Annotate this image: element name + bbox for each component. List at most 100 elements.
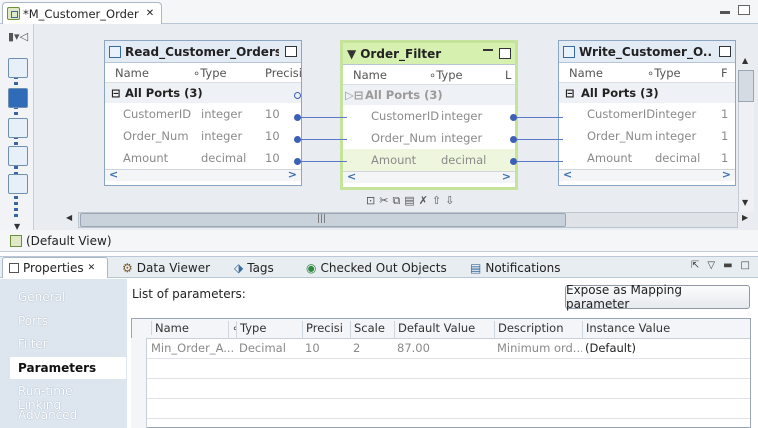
col-instance-value[interactable]: Instance Value bbox=[582, 321, 750, 339]
scroll-up-icon[interactable]: ▲ bbox=[742, 56, 748, 65]
joiner-transformation-icon[interactable] bbox=[8, 118, 28, 138]
col-description[interactable]: Description bbox=[494, 321, 582, 339]
port-row[interactable]: Order_Num integer bbox=[343, 127, 515, 149]
col-type[interactable]: Type bbox=[236, 321, 302, 339]
sidebar-item-advanced[interactable]: Advanced bbox=[10, 404, 126, 426]
cell-default-value[interactable]: 87.00 bbox=[394, 341, 494, 355]
move-up-icon[interactable]: ⇧ bbox=[432, 194, 441, 208]
cell-instance-value[interactable]: (Default) bbox=[582, 341, 750, 355]
port-row-selected[interactable]: Amount decimal bbox=[343, 149, 515, 171]
minimize-button[interactable] bbox=[720, 5, 732, 15]
add-port-icon[interactable]: ⊡ bbox=[366, 194, 375, 208]
port-row[interactable]: Amount decimal 1 bbox=[559, 147, 735, 169]
close-icon[interactable]: ✕ bbox=[146, 8, 154, 19]
col-scale[interactable]: Scale bbox=[350, 321, 394, 339]
all-ports-group[interactable]: ▷⊟ All Ports (3) bbox=[343, 85, 515, 105]
port-link[interactable] bbox=[297, 161, 347, 162]
write-transformation-icon[interactable] bbox=[8, 174, 28, 194]
pin-icon[interactable]: ⇱ bbox=[691, 260, 699, 271]
transformation-write-customer-orders[interactable]: Write_Customer_O... Name ∘Type F ⊟ All P… bbox=[558, 40, 736, 186]
tab-data-viewer[interactable]: ⚙ Data Viewer bbox=[116, 257, 216, 278]
tab-tags[interactable]: ⬗ Tags bbox=[228, 257, 280, 278]
col-precision[interactable]: Precisi bbox=[302, 321, 350, 339]
port-link[interactable] bbox=[297, 117, 347, 118]
canvas-vscroll-thumb[interactable] bbox=[738, 70, 754, 102]
port-link[interactable] bbox=[513, 139, 563, 140]
canvas-hscroll-thumb[interactable]: ||| bbox=[80, 213, 566, 227]
port-link[interactable] bbox=[513, 117, 563, 118]
read-transformation-icon[interactable] bbox=[8, 58, 28, 78]
port-row[interactable]: Amount decimal 10 bbox=[105, 147, 301, 169]
port-link[interactable] bbox=[513, 161, 563, 162]
tab-checked-out-objects[interactable]: ◉ Checked Out Objects bbox=[300, 257, 453, 278]
all-ports-group[interactable]: ⊟ All Ports (3) bbox=[559, 83, 735, 103]
view-menu-icon[interactable]: ▽ bbox=[707, 260, 715, 271]
port-connector[interactable] bbox=[510, 136, 517, 143]
router-transformation-icon[interactable] bbox=[8, 146, 28, 166]
all-ports-group[interactable]: ⊟ All Ports (3) bbox=[105, 83, 301, 103]
minimize-button[interactable] bbox=[483, 48, 493, 59]
maximize-icon[interactable]: □ bbox=[741, 260, 750, 271]
port-connector[interactable] bbox=[294, 158, 301, 165]
col-default-value[interactable]: Default Value bbox=[394, 321, 494, 339]
transformation-header[interactable]: Read_Customer_Orders bbox=[105, 41, 301, 63]
tab-notifications[interactable]: ▤ Notifications bbox=[464, 257, 566, 278]
port-link[interactable] bbox=[297, 139, 347, 140]
port-row[interactable]: Order_Num integer 1 bbox=[559, 125, 735, 147]
port-row[interactable]: CustomerID integer 10 bbox=[105, 103, 301, 125]
port-connector[interactable] bbox=[510, 114, 517, 121]
table-row-empty[interactable] bbox=[132, 359, 750, 379]
transformation-header[interactable]: Write_Customer_O... bbox=[559, 41, 735, 63]
minimize-icon[interactable]: ▬ bbox=[723, 260, 732, 271]
transformation-hscroll[interactable] bbox=[105, 168, 301, 181]
view-label[interactable]: (Default View) bbox=[26, 234, 112, 248]
scroll-down-icon[interactable]: ▼ bbox=[742, 198, 748, 207]
port-row[interactable]: CustomerID integer 1 bbox=[559, 103, 735, 125]
port-connector[interactable] bbox=[294, 114, 301, 121]
copy-icon[interactable]: ⧉ bbox=[392, 194, 400, 208]
maximize-button[interactable] bbox=[738, 5, 750, 15]
paste-icon[interactable]: ▤ bbox=[404, 194, 414, 208]
transformation-hscroll[interactable] bbox=[343, 170, 515, 183]
scroll-right-icon[interactable]: ▶ bbox=[742, 213, 748, 222]
port-connector[interactable] bbox=[294, 136, 301, 143]
transformation-hscroll[interactable] bbox=[559, 168, 735, 181]
close-icon[interactable]: ✕ bbox=[88, 263, 96, 273]
transformation-order-filter[interactable]: ▼ Order_Filter Name ∘Type L ▷⊟ All Ports… bbox=[340, 40, 518, 190]
cell-type[interactable]: Decimal bbox=[236, 341, 302, 355]
table-row[interactable]: 1 Min_Order_A... Decimal 10 2 87.00 Mini… bbox=[132, 339, 750, 359]
table-row-empty[interactable] bbox=[132, 379, 750, 399]
maximize-button[interactable] bbox=[499, 48, 511, 59]
collapse-icon[interactable]: ⊟ bbox=[111, 86, 121, 100]
col-name[interactable]: Name∘ bbox=[148, 321, 236, 339]
cell-description[interactable]: Minimum ord... bbox=[494, 341, 582, 355]
cell-precision[interactable]: 10 bbox=[302, 341, 350, 355]
port-connector[interactable] bbox=[510, 158, 517, 165]
cell-name[interactable]: Min_Order_A... bbox=[148, 341, 236, 355]
collapse-icon[interactable]: ▷⊟ bbox=[345, 88, 363, 102]
transformation-header[interactable]: ▼ Order_Filter bbox=[343, 43, 515, 65]
sidebar-item-general[interactable]: General bbox=[10, 286, 126, 308]
sidebar-item-ports[interactable]: Ports bbox=[10, 310, 126, 332]
scroll-left-icon[interactable]: ◀ bbox=[66, 213, 72, 222]
palette-menu-icon[interactable]: ▮▾◁ bbox=[8, 30, 28, 43]
sidebar-item-parameters[interactable]: Parameters bbox=[10, 357, 126, 379]
tab-properties[interactable]: Properties ✕ bbox=[2, 257, 108, 278]
delete-icon[interactable]: ✗ bbox=[419, 194, 428, 208]
cut-icon[interactable]: ✂ bbox=[379, 194, 388, 208]
move-down-icon[interactable]: ⇩ bbox=[445, 194, 454, 208]
collapse-icon[interactable]: ⊟ bbox=[565, 86, 575, 100]
sidebar-item-filter[interactable]: Filter bbox=[10, 333, 126, 355]
transformation-read-customer-orders[interactable]: Read_Customer_Orders Name ∘Type Precisi … bbox=[104, 40, 302, 186]
port-connector-empty[interactable] bbox=[294, 92, 301, 99]
sidebar-item-run-time-linking[interactable]: Run-time Linking bbox=[10, 380, 126, 412]
maximize-button[interactable] bbox=[285, 46, 297, 57]
maximize-button[interactable] bbox=[719, 46, 731, 57]
expression-transformation-icon[interactable] bbox=[8, 88, 28, 108]
expose-as-mapping-parameter-button[interactable]: Expose as Mapping parameter bbox=[565, 283, 750, 311]
port-row[interactable]: Order_Num integer 10 bbox=[105, 125, 301, 147]
port-row[interactable]: CustomerID integer bbox=[343, 105, 515, 127]
table-row-empty[interactable] bbox=[132, 399, 750, 419]
editor-tab-mapping[interactable]: *M_Customer_Order ✕ bbox=[2, 2, 162, 24]
cell-scale[interactable]: 2 bbox=[350, 341, 394, 355]
